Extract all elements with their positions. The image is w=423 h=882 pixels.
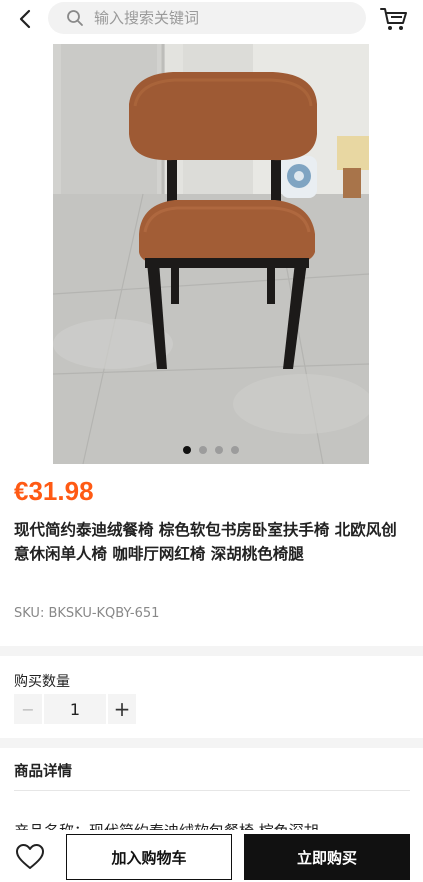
search-bar[interactable] (48, 2, 366, 34)
decrease-quantity-button[interactable]: − (14, 694, 42, 724)
chevron-left-icon (19, 9, 31, 29)
gallery-dot[interactable] (215, 446, 223, 454)
quantity-stepper: − 1 + (14, 694, 136, 724)
product-photo (53, 44, 369, 464)
section-divider (0, 738, 423, 748)
details-heading: 商品详情 (14, 764, 72, 780)
quantity-value[interactable]: 1 (44, 694, 106, 724)
product-price: €31.98 (14, 476, 94, 506)
search-input[interactable] (92, 8, 332, 28)
add-to-cart-button[interactable]: 加入购物车 (66, 834, 232, 880)
favorite-button[interactable] (14, 842, 46, 872)
gallery-dot[interactable] (199, 446, 207, 454)
gallery-dot[interactable] (183, 446, 191, 454)
cart-button[interactable] (379, 4, 409, 34)
shopping-cart-icon (380, 8, 407, 30)
heart-icon (16, 844, 44, 869)
gallery-dot[interactable] (231, 446, 239, 454)
quantity-label: 购买数量 (14, 674, 70, 690)
product-title: 现代简约泰迪绒餐椅 棕色软包书房卧室扶手椅 北欧风创意休闲单人椅 咖啡厅网红椅 … (14, 521, 397, 563)
details-divider (14, 790, 410, 791)
back-button[interactable] (12, 6, 38, 32)
top-bar (0, 0, 423, 38)
increase-quantity-button[interactable]: + (108, 694, 136, 724)
product-sku: SKU: BKSKU-KQBY-651 (14, 606, 160, 621)
product-image-gallery[interactable] (53, 44, 369, 464)
section-divider (0, 646, 423, 656)
bottom-action-bar: 加入购物车 立即购买 (0, 830, 423, 882)
buy-now-button[interactable]: 立即购买 (244, 834, 410, 880)
search-icon (67, 10, 83, 26)
gallery-pagination (53, 446, 369, 454)
